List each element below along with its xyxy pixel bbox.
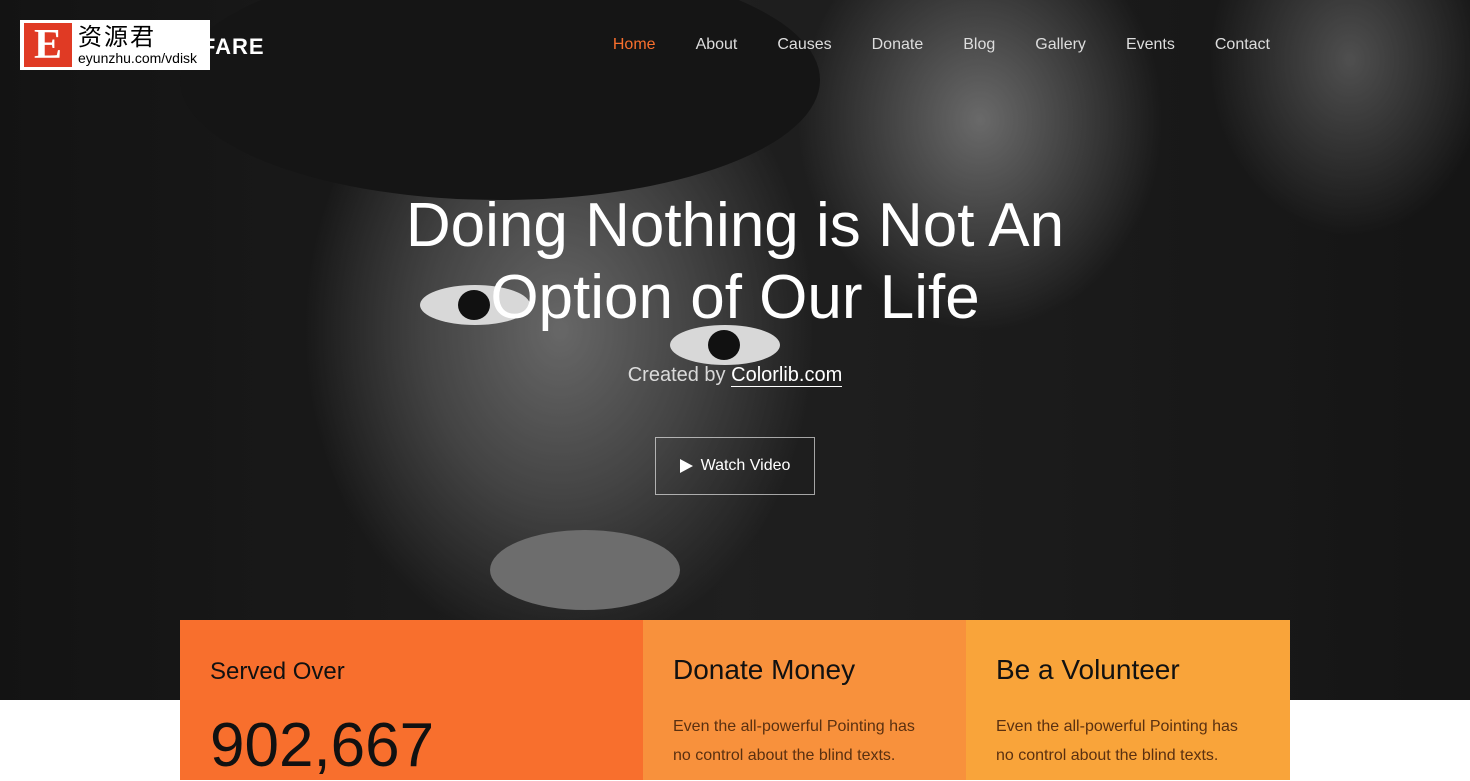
hero-title: Doing Nothing is Not An Option of Our Lif…: [405, 191, 1065, 332]
card-text: Even the all-powerful Pointing has no co…: [673, 718, 915, 764]
colorlib-link[interactable]: Colorlib.com: [731, 364, 843, 387]
donate-money-card[interactable]: Donate Money Even the all-powerful Point…: [643, 620, 966, 780]
card-title: Donate Money: [673, 654, 856, 685]
nav-gallery[interactable]: Gallery: [1035, 36, 1086, 54]
hero-subtitle: Created by Colorlib.com: [627, 364, 843, 387]
nav-causes[interactable]: Causes: [777, 36, 831, 54]
watch-video-label: Watch Video: [700, 457, 791, 474]
hero-photo-hair: [180, 0, 820, 200]
hero-content: Doing Nothing is Not An Option of Our Lif…: [0, 190, 1470, 495]
volunteer-card[interactable]: Be a Volunteer Even the all-powerful Poi…: [966, 620, 1290, 780]
nav-contact[interactable]: Contact: [1215, 36, 1270, 54]
card-text: Even the all-powerful Pointing has no co…: [996, 718, 1238, 764]
nav-about[interactable]: About: [696, 36, 738, 54]
watermark-url: eyunzhu.com/vdisk: [78, 50, 198, 66]
nav-donate[interactable]: Donate: [872, 36, 924, 54]
card-title: Served Over: [210, 658, 345, 685]
main-nav: Home About Causes Donate Blog Gallery Ev…: [613, 36, 1270, 54]
watermark-chinese: 资源君: [78, 23, 156, 51]
served-count: 902,667: [210, 711, 435, 780]
nav-blog[interactable]: Blog: [963, 36, 995, 54]
watermark-letter: E: [24, 23, 72, 67]
nav-home[interactable]: Home: [613, 36, 656, 54]
play-icon: [679, 459, 693, 473]
feature-cards: Served Over 902,667 Donate Money Even th…: [180, 620, 1290, 780]
watermark-logo: E 资源君 eyunzhu.com/vdisk: [20, 20, 210, 70]
card-title: Be a Volunteer: [996, 654, 1180, 685]
served-over-card: Served Over 902,667: [180, 620, 643, 780]
hero-photo-lips: [490, 530, 680, 610]
watch-video-button[interactable]: Watch Video: [655, 437, 815, 495]
nav-events[interactable]: Events: [1126, 36, 1175, 54]
